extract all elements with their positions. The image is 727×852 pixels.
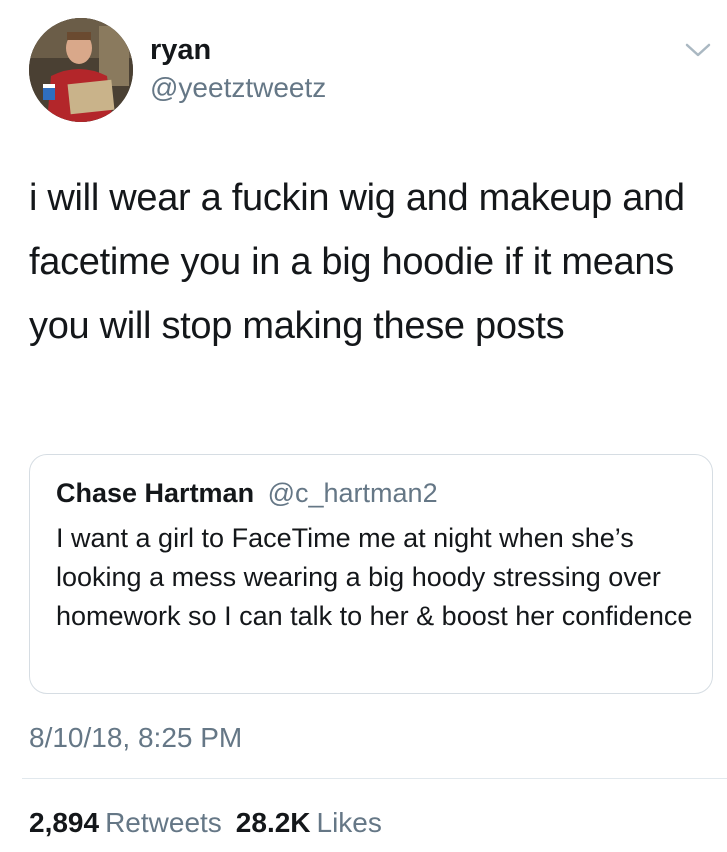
chevron-down-icon[interactable] [683, 40, 713, 60]
engagement-stats: 2,894 Retweets 28.2K Likes [29, 806, 396, 840]
author-name[interactable]: ryan [150, 33, 211, 67]
likes-count: 28.2K [235, 807, 311, 838]
author-handle[interactable]: @yeetztweetz [150, 71, 326, 105]
timestamp[interactable]: 8/10/18, 8:25 PM [29, 721, 242, 755]
quoted-tweet[interactable]: Chase Hartman @c_hartman2 I want a girl … [29, 454, 713, 694]
tweet: ryan @yeetztweetz i will wear a fuckin w… [0, 0, 727, 852]
retweets-stat[interactable]: 2,894 Retweets [29, 807, 236, 838]
quoted-author-name: Chase Hartman [56, 478, 255, 508]
retweets-label: Retweets [105, 807, 222, 838]
divider [22, 778, 727, 779]
likes-label: Likes [316, 807, 382, 838]
avatar-image [29, 18, 133, 122]
likes-stat[interactable]: 28.2K Likes [236, 807, 396, 838]
tweet-text: i will wear a fuckin wig and makeup and … [29, 177, 685, 347]
quoted-tweet-text: I want a girl to FaceTime me at night wh… [56, 523, 693, 631]
avatar[interactable] [29, 18, 133, 122]
quoted-tweet-header: Chase Hartman @c_hartman2 [56, 477, 438, 509]
quoted-author-handle: @c_hartman2 [267, 478, 438, 508]
retweets-count: 2,894 [29, 807, 100, 838]
